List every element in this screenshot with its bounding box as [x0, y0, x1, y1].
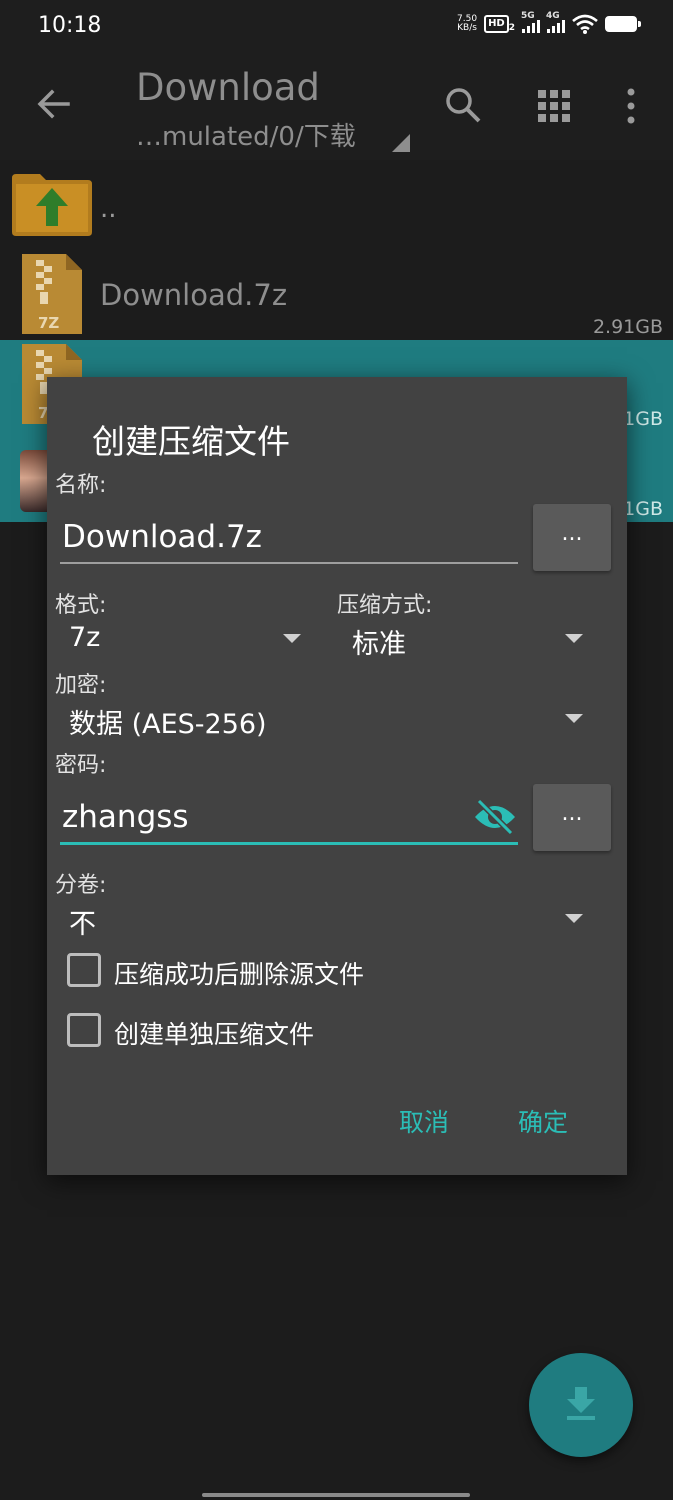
list-item-name: ..: [100, 194, 117, 224]
folder-up-icon: [12, 174, 92, 236]
visibility-off-icon[interactable]: [473, 799, 517, 835]
password-label: 密码:: [55, 753, 107, 778]
chevron-down-icon[interactable]: [565, 914, 583, 923]
search-icon[interactable]: [444, 86, 482, 124]
gesture-nav-bar[interactable]: [202, 1493, 470, 1497]
folder-title[interactable]: Download: [136, 66, 320, 109]
browse-password-button[interactable]: ...: [533, 784, 611, 851]
back-arrow-icon[interactable]: [34, 84, 74, 124]
extract-fab-button[interactable]: [529, 1353, 633, 1457]
status-icons: 7.50 KB/s HD 2 5G 4G: [457, 11, 641, 34]
list-item-size: 2.91GB: [592, 316, 663, 338]
grid-view-icon[interactable]: [538, 90, 570, 122]
ok-button[interactable]: 确定: [518, 1103, 568, 1139]
network-speed: 7.50 KB/s: [457, 14, 478, 33]
password-underline: [60, 842, 518, 845]
svg-text:7Z: 7Z: [38, 314, 59, 332]
encryption-label: 加密:: [55, 673, 107, 698]
password-input[interactable]: zhangss: [62, 799, 189, 835]
chevron-down-icon[interactable]: [565, 634, 583, 643]
list-item-parent[interactable]: ..: [0, 160, 673, 246]
signal-4g-icon: 4G: [546, 11, 565, 33]
download-icon: [567, 1387, 595, 1420]
separate-archive-checkbox[interactable]: [67, 1013, 101, 1047]
list-item-name: Download.7z: [100, 278, 288, 312]
volume-select[interactable]: 不: [69, 902, 96, 941]
folder-path[interactable]: …mulated/0/下载: [136, 116, 356, 153]
delete-source-checkbox[interactable]: [67, 953, 101, 987]
wifi-icon: [572, 14, 598, 34]
name-label: 名称:: [55, 473, 107, 498]
list-item[interactable]: 7Z Download.7z 2.91GB: [0, 246, 673, 340]
dialog-title: 创建压缩文件: [92, 422, 290, 461]
path-dropdown-icon[interactable]: [392, 134, 410, 152]
chevron-down-icon[interactable]: [565, 714, 583, 723]
volume-label: 分卷:: [55, 873, 107, 898]
status-bar: 10:18 7.50 KB/s HD 2 5G 4G: [0, 0, 673, 54]
separate-archive-label[interactable]: 创建单独压缩文件: [114, 1015, 314, 1051]
format-select[interactable]: 7z: [69, 622, 100, 653]
delete-source-label[interactable]: 压缩成功后删除源文件: [114, 955, 364, 991]
format-label: 格式:: [55, 593, 107, 618]
browse-name-button[interactable]: ...: [533, 504, 611, 571]
compression-label: 压缩方式:: [337, 593, 433, 618]
create-archive-dialog: 创建压缩文件 名称: Download.7z ... 格式: 7z 压缩方式: …: [47, 377, 627, 1175]
archive-name-underline: [60, 562, 518, 564]
app-bar: Download …mulated/0/下载: [0, 54, 673, 160]
hd-voice-icon: HD 2: [484, 15, 515, 33]
archive-name-input[interactable]: Download.7z: [62, 519, 262, 555]
encryption-select[interactable]: 数据 (AES-256): [69, 702, 267, 741]
signal-5g-icon: 5G: [521, 11, 540, 33]
cancel-button[interactable]: 取消: [399, 1103, 449, 1139]
more-options-icon[interactable]: [624, 88, 638, 124]
compression-select[interactable]: 标准: [352, 622, 406, 661]
archive-7z-icon: 7Z: [22, 254, 82, 334]
battery-icon: [605, 16, 641, 32]
chevron-down-icon[interactable]: [283, 634, 301, 643]
status-time: 10:18: [38, 13, 102, 38]
